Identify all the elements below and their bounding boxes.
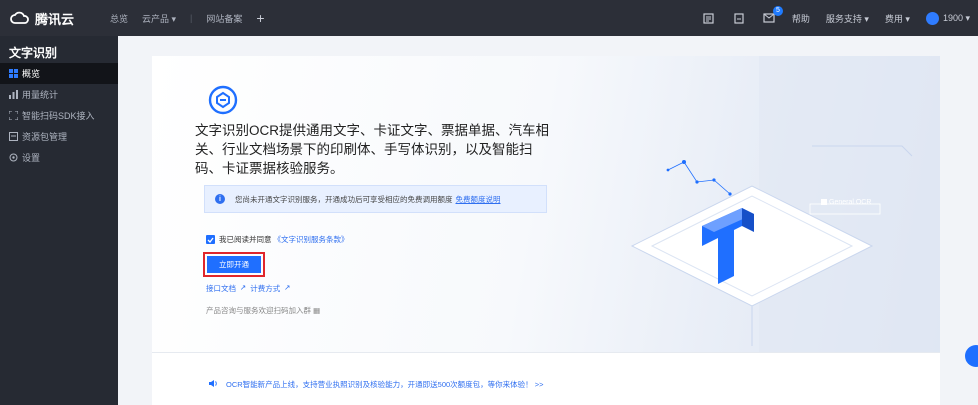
tencent-cloud-logo[interactable]: 腾讯云 <box>0 9 110 28</box>
sidebar: 文字识别 概览 用量统计 智能扫码SDK接入 资源包管理 设置 <box>0 36 118 405</box>
notice-text: 您尚未开通文字识别服务，开通成功后可享受相应的免费调用额度 <box>235 194 453 204</box>
sidebar-item-packages[interactable]: 资源包管理 <box>0 126 118 147</box>
pricing-link[interactable]: 计费方式 <box>250 283 280 294</box>
sidebar-title: 文字识别 <box>9 46 58 60</box>
sidebar-item-overview[interactable]: 概览 <box>0 63 118 84</box>
sidebar-item-label: 用量统计 <box>22 90 59 100</box>
sidebar-item-settings[interactable]: 设置 <box>0 147 118 168</box>
nav-products[interactable]: 云产品 ▾ <box>142 12 176 25</box>
nav-divider: | <box>190 13 193 23</box>
sidebar-item-sdk[interactable]: 智能扫码SDK接入 <box>0 105 118 126</box>
general-ocr-label: General OCR <box>829 199 872 206</box>
nav-home[interactable]: 总览 <box>110 12 128 25</box>
code-icon[interactable] <box>702 11 716 25</box>
activation-notice: i 您尚未开通文字识别服务，开通成功后可享受相应的免费调用额度 免费额度说明 <box>204 185 547 213</box>
account-menu[interactable]: 1900 ▾ <box>943 13 970 24</box>
page-title: 文字识别OCR提供通用文字、卡证文字、票据单据、汽车相关、行业文档场景下的印刷体… <box>195 123 549 176</box>
sidebar-item-label: 设置 <box>22 153 41 163</box>
external-link-icon: ↗ <box>240 283 247 292</box>
doc-links: 接口文档 ↗ 计费方式 ↗ <box>206 283 295 294</box>
open-service-button-highlight: 立即开通 <box>203 252 265 277</box>
nav-site-filing[interactable]: 网站备案 <box>206 12 242 25</box>
overview-hero-card: 文字识别OCR提供通用文字、卡证文字、票据单据、汽车相关、行业文档场景下的印刷体… <box>152 56 940 352</box>
package-icon <box>9 132 18 141</box>
free-quota-link[interactable]: 免费额度说明 <box>456 194 501 205</box>
bar-chart-icon <box>9 90 18 99</box>
announcement-area: OCR智能新产品上线，支持营业执照识别及核验能力，开通即送500次额度包，等你来… <box>152 352 940 405</box>
main-content: 文字识别OCR提供通用文字、卡证文字、票据单据、汽车相关、行业文档场景下的印刷体… <box>118 36 978 405</box>
sidebar-item-usage[interactable]: 用量统计 <box>0 84 118 105</box>
sidebar-item-label: 概览 <box>22 69 41 79</box>
gear-icon <box>9 153 18 162</box>
scan-icon <box>9 111 18 120</box>
support-menu[interactable]: 服务支持 ▾ <box>826 12 869 25</box>
qr-group-hint: 产品咨询与服务欢迎扫码加入群 ▦ <box>206 305 320 316</box>
help-link[interactable]: 帮助 <box>792 12 810 25</box>
speaker-icon <box>208 379 218 390</box>
qr-hint-text: 产品咨询与服务欢迎扫码加入群 <box>206 306 311 315</box>
logo-text: 腾讯云 <box>35 11 75 27</box>
cloud-logo-icon <box>10 11 29 24</box>
ocr-product-icon <box>208 85 238 115</box>
announcement-text: OCR智能新产品上线，支持营业执照识别及核验能力，开通即送500次额度包，等你来… <box>226 380 544 389</box>
add-shortcut-icon[interactable]: + <box>256 10 264 26</box>
sidebar-item-label: 智能扫码SDK接入 <box>22 111 95 121</box>
avatar[interactable] <box>925 11 939 25</box>
top-navigation-bar: 腾讯云 总览 云产品 ▾ | 网站备案 + 5 帮助 服务支持 ▾ 费用 ▾ 1… <box>0 0 978 36</box>
mail-icon[interactable]: 5 <box>762 6 783 25</box>
api-docs-link[interactable]: 接口文档 <box>206 283 236 294</box>
fees-menu[interactable]: 费用 ▾ <box>885 12 910 25</box>
ocr-illustration <box>630 145 913 346</box>
agreement-text: 我已阅读并同意 <box>219 235 272 244</box>
open-service-button[interactable]: 立即开通 <box>207 256 261 273</box>
service-terms-link[interactable]: 《文字识别服务条款》 <box>274 234 349 245</box>
message-count-badge: 5 <box>772 6 783 16</box>
document-icon[interactable] <box>732 11 746 25</box>
grid-icon <box>9 69 18 78</box>
external-link-icon: ↗ <box>284 283 291 292</box>
agreement-row: 我已阅读并同意 《文字识别服务条款》 <box>206 234 349 245</box>
agreement-checkbox[interactable] <box>206 235 215 244</box>
qr-code-icon[interactable]: ▦ <box>313 306 320 315</box>
sidebar-item-label: 资源包管理 <box>22 132 68 142</box>
announcement-item[interactable]: OCR智能新产品上线，支持营业执照识别及核验能力，开通即送500次额度包，等你来… <box>208 379 544 390</box>
info-icon: i <box>215 194 225 204</box>
